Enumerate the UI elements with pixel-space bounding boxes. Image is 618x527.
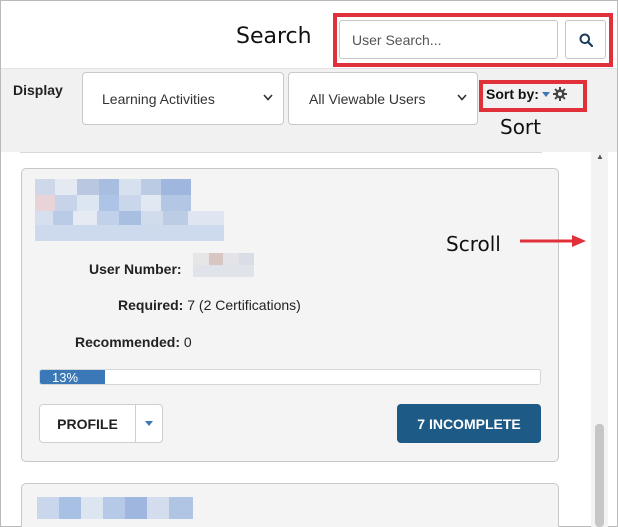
caret-down-icon bbox=[541, 91, 550, 97]
chevron-down-icon bbox=[263, 94, 273, 101]
progress-fill: 13% bbox=[40, 370, 105, 384]
progress-bar: 13% bbox=[39, 369, 541, 385]
required-label: Required: bbox=[118, 297, 184, 313]
scroll-up-arrow[interactable]: ▲ bbox=[596, 152, 604, 161]
profile-button[interactable]: PROFILE bbox=[40, 405, 136, 442]
caret-down-icon bbox=[145, 421, 153, 426]
user-scope-select[interactable]: All Viewable Users bbox=[288, 72, 478, 125]
user-number-label: User Number: bbox=[89, 261, 182, 277]
arrow-right-icon bbox=[520, 235, 586, 247]
incomplete-activities-button[interactable]: 7 INCOMPLETE bbox=[397, 404, 541, 443]
scrollbar-thumb[interactable] bbox=[595, 424, 604, 527]
recommended-info: Recommended: 0 bbox=[75, 334, 192, 350]
profile-dropdown-toggle[interactable] bbox=[136, 405, 162, 442]
scroll-annotation: Scroll bbox=[446, 232, 501, 256]
sort-annotation: Sort bbox=[500, 115, 541, 139]
activity-type-value: Learning Activities bbox=[102, 90, 215, 107]
search-button[interactable] bbox=[565, 20, 606, 59]
chevron-down-icon bbox=[457, 94, 467, 101]
display-label: Display bbox=[13, 82, 63, 98]
gear-icon bbox=[552, 87, 567, 101]
recommended-label: Recommended: bbox=[75, 334, 181, 350]
search-annotation: Search bbox=[236, 24, 312, 49]
sort-by-label: Sort by: bbox=[486, 86, 539, 102]
required-info: Required: 7 (2 Certifications) bbox=[118, 297, 301, 313]
list-top-divider bbox=[20, 152, 542, 153]
profile-split-button: PROFILE bbox=[39, 404, 163, 443]
user-search-input[interactable] bbox=[339, 20, 558, 59]
activity-type-select[interactable]: Learning Activities bbox=[82, 72, 284, 125]
search-icon bbox=[579, 33, 593, 47]
recommended-value: 0 bbox=[183, 334, 192, 350]
sort-by-button[interactable]: Sort by: bbox=[486, 86, 567, 102]
user-scope-value: All Viewable Users bbox=[309, 90, 426, 107]
required-value: 7 (2 Certifications) bbox=[187, 297, 301, 313]
